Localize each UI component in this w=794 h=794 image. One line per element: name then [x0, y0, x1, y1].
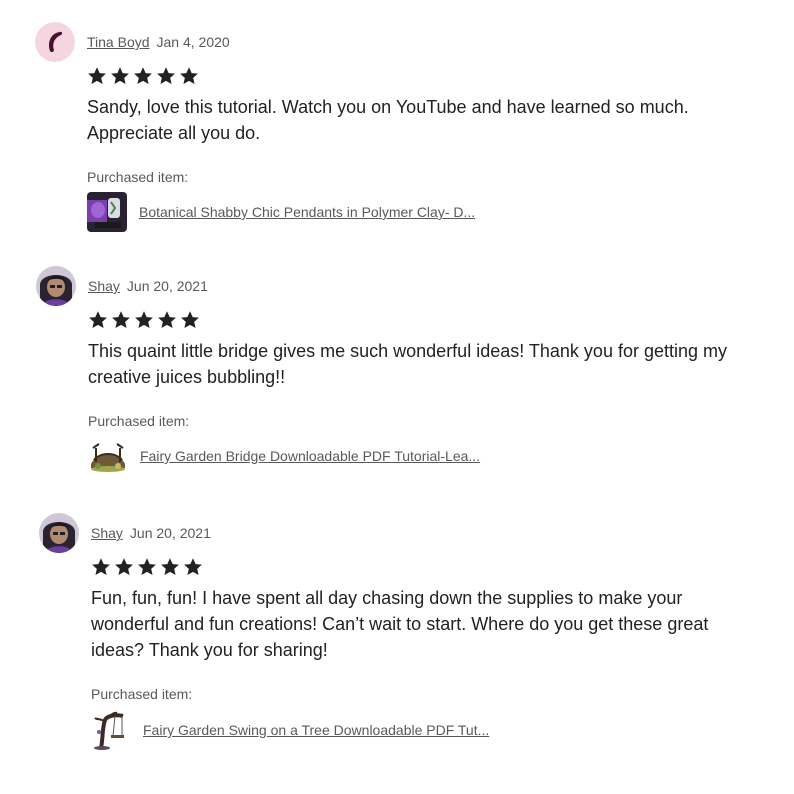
star-icon	[92, 558, 110, 575]
review-date: Jan 4, 2020	[156, 34, 230, 50]
star-icon	[161, 558, 179, 575]
reviewer-name-link[interactable]: Shay	[91, 525, 123, 541]
purchased-item-link[interactable]: Fairy Garden Swing on a Tree Downloadabl…	[91, 710, 489, 750]
reviewer-photo-image	[39, 513, 79, 553]
review-meta: Tina Boyd Jan 4, 2020	[87, 32, 230, 52]
reviewer-avatar[interactable]	[35, 22, 75, 62]
review-meta: Shay Jun 20, 2021	[88, 276, 208, 296]
purchased-item-link[interactable]: Fairy Garden Bridge Downloadable PDF Tut…	[88, 436, 480, 476]
item-title-link[interactable]: Fairy Garden Bridge Downloadable PDF Tut…	[140, 448, 480, 464]
review-meta: Shay Jun 20, 2021	[91, 523, 211, 543]
star-icon	[115, 558, 133, 575]
review-text: Fun, fun, fun! I have spent all day chas…	[91, 588, 709, 660]
star-icon	[158, 311, 176, 328]
reviewer-name-link[interactable]: Shay	[88, 278, 120, 294]
reviewer-photo-image	[36, 266, 76, 306]
review-date: Jun 20, 2021	[126, 278, 208, 294]
star-icon	[112, 311, 130, 328]
star-rating	[91, 557, 203, 577]
crescent-avatar-icon	[35, 22, 75, 62]
star-icon	[89, 311, 107, 328]
star-icon	[111, 67, 129, 84]
review-card: Tina Boyd Jan 4, 2020 Sandy, love this tu…	[35, 22, 725, 242]
review-card: Shay Jun 20, 2021 Fun, fun, fun! I have s…	[39, 513, 729, 763]
star-icon	[157, 67, 175, 84]
star-icon	[184, 558, 202, 575]
purchased-item-label: Purchased item:	[88, 413, 190, 429]
star-icon	[88, 67, 106, 84]
star-icon	[138, 558, 156, 575]
item-thumbnail[interactable]	[88, 436, 128, 476]
item-thumbnail[interactable]	[91, 710, 131, 750]
purchased-item-label: Purchased item:	[87, 169, 189, 185]
review-text: Sandy, love this tutorial. Watch you on …	[87, 97, 689, 143]
pendant-thumbnail-image	[87, 192, 127, 232]
swing-tree-thumbnail-image	[91, 710, 131, 750]
purchased-item-link[interactable]: Botanical Shabby Chic Pendants in Polyme…	[87, 192, 475, 232]
review-card: Shay Jun 20, 2021 This quaint little brid…	[36, 266, 727, 486]
reviewer-avatar[interactable]	[39, 513, 79, 553]
star-icon	[181, 311, 199, 328]
star-icon	[135, 311, 153, 328]
star-rating	[88, 310, 200, 330]
reviewer-avatar[interactable]	[36, 266, 76, 306]
star-icon	[134, 67, 152, 84]
purchased-item-label: Purchased item:	[91, 686, 193, 702]
star-rating	[87, 66, 199, 86]
item-thumbnail[interactable]	[87, 192, 127, 232]
item-title-link[interactable]: Botanical Shabby Chic Pendants in Polyme…	[139, 204, 475, 220]
item-title-link[interactable]: Fairy Garden Swing on a Tree Downloadabl…	[143, 722, 489, 738]
review-date: Jun 20, 2021	[129, 525, 211, 541]
star-icon	[180, 67, 198, 84]
reviewer-name-link[interactable]: Tina Boyd	[87, 34, 150, 50]
review-text: This quaint little bridge gives me such …	[88, 341, 727, 387]
bridge-thumbnail-image	[88, 436, 128, 476]
